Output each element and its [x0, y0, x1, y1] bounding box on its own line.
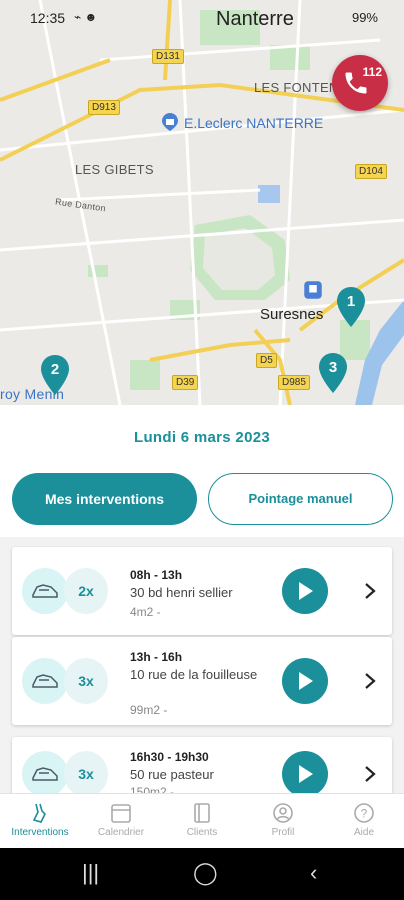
intervention-card[interactable]: 3x 13h - 16h 10 rue de la fouilleuse 99m… — [12, 637, 392, 725]
nav-label: Aide — [353, 827, 374, 838]
intervention-area: 4m2 - — [130, 605, 161, 619]
address-book-icon — [194, 803, 210, 823]
road-d5: D5 — [256, 353, 277, 368]
map-pin-number: 2 — [50, 361, 60, 378]
current-date: Lundi 6 mars 2023 — [134, 429, 270, 446]
nav-label: Profil — [271, 827, 295, 838]
svg-text:?: ? — [361, 807, 368, 821]
home-icon[interactable]: ◯ — [193, 860, 218, 886]
intervention-time: 08h - 13h — [130, 568, 183, 582]
nav-profil[interactable]: Profil — [243, 794, 323, 849]
intervention-count: 3x — [64, 658, 108, 704]
start-intervention-button[interactable] — [282, 658, 328, 704]
intervention-count: 2x — [64, 568, 108, 614]
status-time: 12:35 — [30, 10, 66, 26]
map-view[interactable]: 12:35 ⌁ ☻ 99% Nanterre LES FONTENE LES G… — [0, 0, 404, 405]
map-pin-3[interactable]: 3 — [318, 353, 348, 393]
city-label: Nanterre — [216, 8, 294, 30]
nav-calendrier[interactable]: Calendrier — [81, 794, 161, 849]
header-panel: Lundi 6 mars 2023 Mes interventions Poin… — [0, 405, 404, 537]
nav-label: Clients — [186, 827, 218, 838]
road-d131: D131 — [152, 49, 184, 64]
road-d104: D104 — [355, 164, 387, 179]
tab-mes-interventions[interactable]: Mes interventions — [12, 473, 197, 525]
start-intervention-button[interactable] — [282, 568, 328, 614]
chevron-right-icon[interactable] — [364, 765, 376, 783]
poi-leclerc[interactable]: E.Leclerc NANTERRE — [184, 115, 323, 131]
map-pin-1[interactable]: 1 — [336, 287, 366, 327]
back-icon[interactable]: ‹ — [310, 860, 317, 886]
intervention-address: 50 rue pasteur — [130, 767, 214, 782]
map-pin-2[interactable]: 2 — [40, 355, 70, 395]
nav-interventions[interactable]: Interventions — [0, 794, 80, 849]
shopping-pin-icon — [162, 113, 178, 131]
cleaning-service-icon — [22, 568, 68, 614]
nav-aide[interactable]: ? Aide — [324, 794, 404, 849]
intervention-area: 150m2 - — [130, 785, 175, 793]
intervention-area: 99m2 - — [130, 703, 168, 717]
intervention-card[interactable]: 3x 16h30 - 19h30 50 rue pasteur 150m2 - — [12, 737, 392, 793]
system-navigation-bar: ||| ◯ ‹ — [0, 848, 404, 900]
nav-clients[interactable]: Clients — [162, 794, 242, 849]
map-pin-number: 1 — [346, 293, 356, 310]
play-icon — [299, 765, 313, 783]
train-station-icon — [304, 281, 322, 299]
calendar-icon — [111, 804, 131, 823]
intervention-card[interactable]: 2x 08h - 13h 30 bd henri sellier 4m2 - — [12, 547, 392, 635]
status-bar: 12:35 ⌁ ☻ 99% — [0, 0, 404, 36]
intervention-count: 3x — [64, 751, 108, 793]
area-label-suresnes: Suresnes — [260, 306, 324, 323]
play-icon — [299, 672, 313, 690]
tab-pointage-manuel[interactable]: Pointage manuel — [208, 473, 393, 525]
intervention-time: 13h - 16h — [130, 650, 183, 664]
road-d39: D39 — [172, 375, 199, 390]
cleaning-service-icon — [22, 751, 68, 793]
play-icon — [299, 582, 313, 600]
road-d913: D913 — [88, 100, 120, 115]
nav-label: Interventions — [11, 827, 69, 838]
chevron-right-icon[interactable] — [364, 672, 376, 690]
cleaning-service-icon — [22, 658, 68, 704]
road-d985: D985 — [278, 375, 310, 390]
area-label-gibets: LES GIBETS — [75, 162, 154, 177]
profile-icon — [273, 803, 293, 823]
battery-level: 99% — [351, 10, 378, 25]
start-intervention-button[interactable] — [282, 751, 328, 793]
status-icons: ⌁ ☻ — [74, 10, 98, 24]
intervention-address: 10 rue de la fouilleuse — [130, 667, 258, 682]
nav-label: Calendrier — [97, 827, 145, 838]
help-icon: ? — [354, 803, 374, 823]
chevron-right-icon[interactable] — [364, 582, 376, 600]
bottom-navigation: Interventions Calendrier Clients Profil … — [0, 793, 404, 848]
interventions-list[interactable]: 2x 08h - 13h 30 bd henri sellier 4m2 - 3… — [0, 537, 404, 793]
phone-icon — [345, 72, 367, 94]
intervention-time: 16h30 - 19h30 — [130, 750, 209, 764]
emergency-call-button[interactable]: 112 — [332, 55, 388, 111]
intervention-address: 30 bd henri sellier — [130, 585, 233, 600]
map-pin-number: 3 — [328, 359, 338, 376]
broom-icon — [32, 803, 46, 823]
recent-apps-icon[interactable]: ||| — [82, 860, 99, 886]
